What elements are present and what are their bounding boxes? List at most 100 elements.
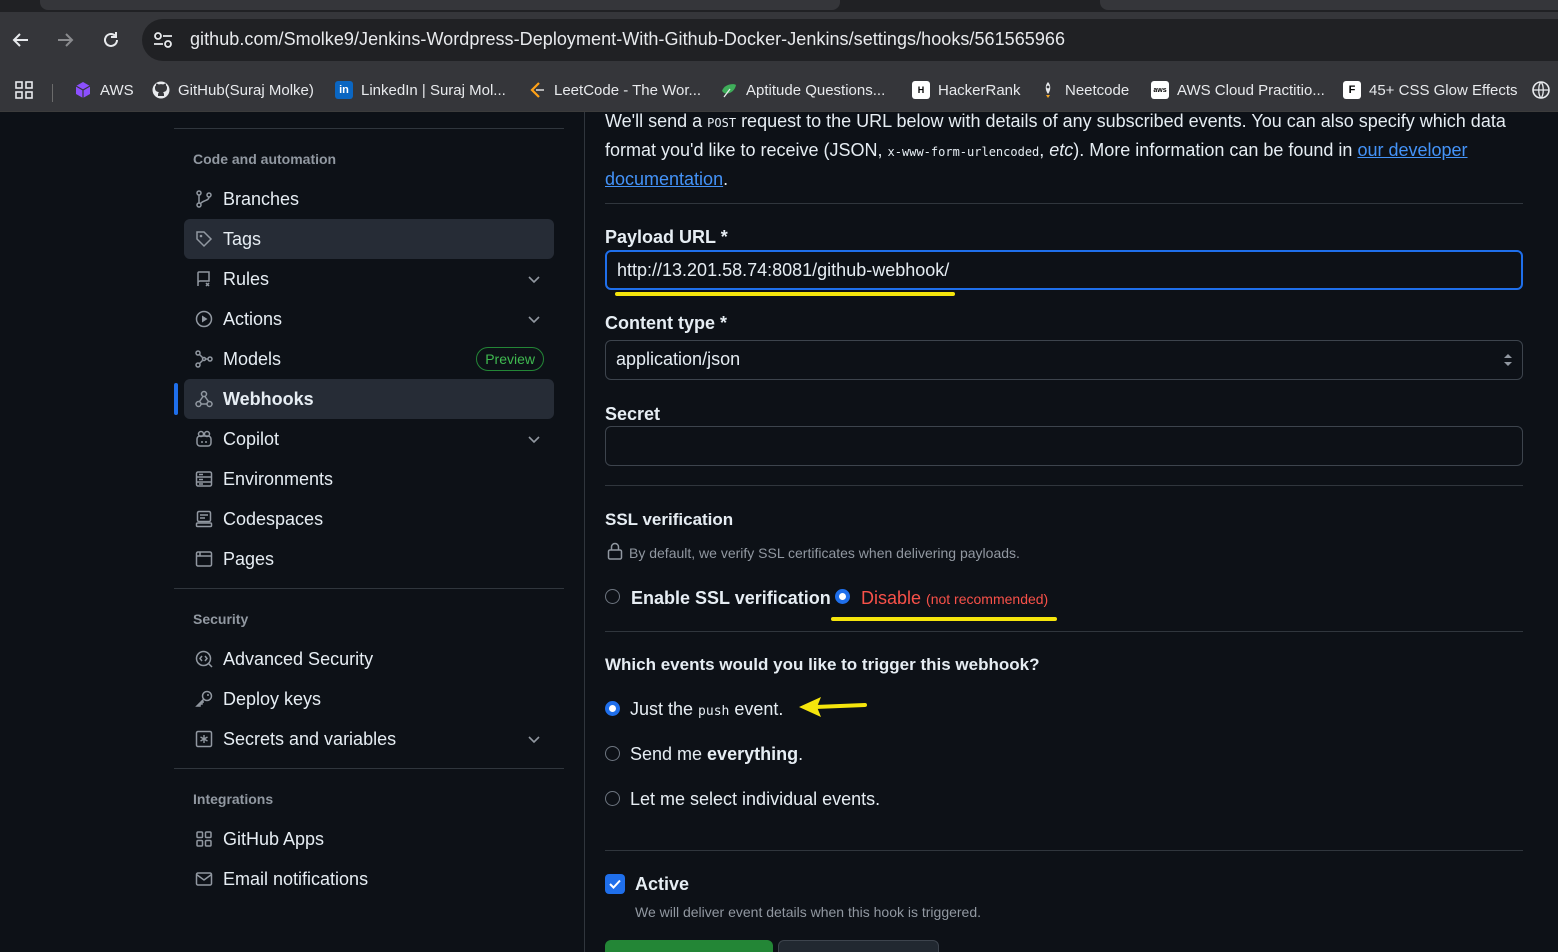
ssl-heading: SSL verification — [605, 510, 734, 529]
sidebar-item-github-apps[interactable]: GitHub Apps — [184, 819, 554, 859]
divider — [174, 128, 564, 129]
event-everything-radio[interactable] — [605, 746, 620, 761]
sidebar-item-branches[interactable]: Branches — [184, 179, 554, 219]
apps-button[interactable] — [14, 76, 34, 104]
secret-field[interactable] — [605, 426, 1523, 466]
url-text[interactable]: github.com/Smolke9/Jenkins-Wordpress-Dep… — [190, 29, 1065, 50]
sidebar-item-deploy-keys[interactable]: Deploy keys — [184, 679, 554, 719]
bookmark-css-glow[interactable]: F 45+ CSS Glow Effects — [1343, 76, 1518, 104]
active-checkbox[interactable] — [605, 874, 625, 894]
secondary-button[interactable] — [778, 940, 939, 952]
event-everything-label[interactable]: Send me everything. — [630, 744, 803, 765]
sidebar-item-advanced-security[interactable]: Advanced Security — [184, 639, 554, 679]
chevron-down-icon[interactable] — [526, 271, 542, 287]
sidebar-item-tags[interactable]: Tags — [184, 219, 554, 259]
secret-input[interactable] — [606, 427, 1522, 465]
content-type-select[interactable]: application/json — [605, 340, 1523, 380]
annotation-arrow-icon — [799, 697, 867, 717]
bookmark-hackerrank[interactable]: H HackerRank — [912, 76, 1021, 104]
secret-label: Secret — [605, 404, 661, 424]
section-heading-integrations: Integrations — [193, 791, 274, 807]
sidebar-item-webhooks[interactable]: Webhooks — [184, 379, 554, 419]
sidebar-item-secrets[interactable]: Secrets and variables — [184, 719, 554, 759]
copilot-icon — [194, 429, 214, 449]
webhook-icon — [194, 389, 214, 409]
update-webhook-button[interactable] — [605, 940, 773, 952]
tag-icon — [194, 229, 214, 249]
browser-tab[interactable] — [40, 0, 840, 10]
divider — [605, 485, 1523, 486]
leaf-icon — [720, 81, 738, 99]
events-heading: Which events would you like to trigger t… — [605, 655, 1040, 674]
bookmarks-bar: AWS GitHub(Suraj Molke) in LinkedIn | Su… — [0, 68, 1558, 112]
bookmark-aws-cloud[interactable]: aws AWS Cloud Practitio... — [1151, 76, 1325, 104]
payload-url-input[interactable] — [607, 252, 1521, 288]
ssl-disable-radio[interactable] — [835, 589, 850, 604]
content-type-value: application/json — [616, 349, 741, 369]
sidebar-item-actions[interactable]: Actions — [184, 299, 554, 339]
sidebar-item-copilot[interactable]: Copilot — [184, 419, 554, 459]
event-select-radio[interactable] — [605, 791, 620, 806]
section-heading-security: Security — [193, 611, 249, 627]
ssl-disable-note: (not recommended) — [926, 591, 1049, 607]
browser-tab-strip — [0, 0, 1558, 12]
mail-icon — [194, 869, 214, 889]
sidebar-item-rules[interactable]: Rules — [184, 259, 554, 299]
sidebar-item-pages[interactable]: Pages — [184, 539, 554, 579]
active-label[interactable]: Active — [635, 874, 689, 895]
content-type-label: Content type * — [605, 313, 728, 333]
site-settings-icon[interactable] — [152, 30, 174, 50]
grid-icon — [15, 81, 33, 99]
bookmark-leetcode[interactable]: LeetCode - The Wor... — [528, 76, 701, 104]
active-indicator — [174, 383, 178, 415]
sidebar-item-codespaces[interactable]: Codespaces — [184, 499, 554, 539]
chevron-down-icon[interactable] — [526, 431, 542, 447]
event-select-label[interactable]: Let me select individual events. — [630, 789, 880, 810]
ssl-disable-label[interactable]: Disable (not recommended) — [861, 588, 1048, 609]
leetcode-icon — [528, 81, 546, 99]
bookmark-github[interactable]: GitHub(Suraj Molke) — [152, 76, 314, 104]
chevron-down-icon[interactable] — [526, 731, 542, 747]
play-icon — [194, 309, 214, 329]
bookmark-aws[interactable]: AWS — [74, 76, 134, 104]
key-asterisk-icon — [194, 729, 214, 749]
reload-button[interactable] — [97, 26, 125, 54]
browser-icon — [194, 549, 214, 569]
reload-icon — [104, 32, 118, 47]
codespaces-icon — [194, 509, 214, 529]
payload-url-field[interactable] — [605, 250, 1523, 290]
event-push-label[interactable]: Just the push event. — [630, 699, 783, 720]
browser-toolbar: github.com/Smolke9/Jenkins-Wordpress-Dep… — [0, 12, 1558, 68]
models-icon — [194, 349, 214, 369]
sidebar-item-environments[interactable]: Environments — [184, 459, 554, 499]
bookmark-linkedin[interactable]: in LinkedIn | Suraj Mol... — [335, 76, 506, 104]
divider — [605, 203, 1523, 204]
bookmark-neetcode[interactable]: Neetcode — [1039, 76, 1129, 104]
payload-url-label: Payload URL * — [605, 227, 728, 247]
ssl-enable-radio[interactable] — [605, 589, 620, 604]
webhook-form: We'll send a POST request to the URL bel… — [605, 111, 1523, 952]
browser-tab[interactable] — [1100, 0, 1558, 10]
linkedin-icon: in — [335, 81, 353, 99]
more-bookmarks-button[interactable] — [1532, 76, 1550, 104]
chevron-down-icon[interactable] — [526, 311, 542, 327]
annotation-underline — [831, 617, 1057, 621]
back-button[interactable] — [7, 26, 35, 54]
active-note: We will deliver event details when this … — [635, 904, 982, 920]
sidebar-item-models[interactable]: Models Preview — [184, 339, 554, 379]
sidebar-item-email-notifications[interactable]: Email notifications — [184, 859, 554, 899]
divider — [174, 768, 564, 769]
f-letter-icon: F — [1343, 81, 1361, 99]
github-icon — [152, 81, 170, 99]
address-bar[interactable]: github.com/Smolke9/Jenkins-Wordpress-Dep… — [142, 19, 1558, 61]
aws-icon: aws — [1151, 81, 1169, 99]
forward-button[interactable] — [51, 26, 79, 54]
section-heading-code: Code and automation — [193, 151, 337, 167]
bookmark-separator — [52, 84, 53, 102]
ssl-note: By default, we verify SSL certificates w… — [629, 545, 1020, 561]
git-branch-icon — [194, 189, 214, 209]
ssl-enable-label[interactable]: Enable SSL verification — [631, 588, 831, 609]
bookmark-aptitude[interactable]: Aptitude Questions... — [720, 76, 885, 104]
divider — [174, 588, 564, 589]
event-push-radio[interactable] — [605, 701, 620, 716]
